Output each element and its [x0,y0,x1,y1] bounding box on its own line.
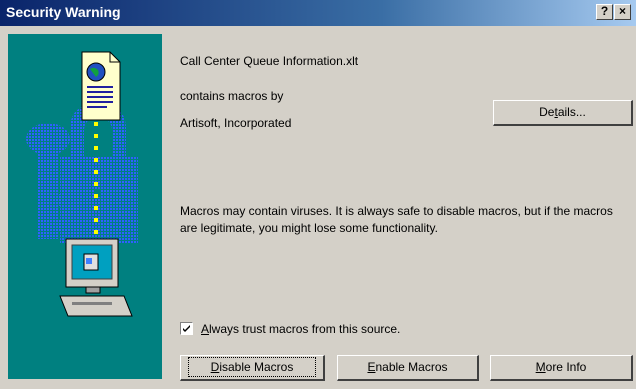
disable-focus-ring: Disable Macros [187,357,317,377]
filename-text: Call Center Queue Information.xlt [180,54,359,68]
always-trust-label-post: lways trust macros from this source. [209,322,401,336]
details-label-pre: De [539,105,555,119]
contains-macros-text: contains macros by [180,89,284,103]
security-illustration [8,34,162,379]
always-trust-label[interactable]: Always trust macros from this source. [201,322,400,336]
computer-icon [59,238,133,317]
always-trust-checkbox[interactable] [180,322,193,335]
disable-macros-button[interactable]: Disable Macros [180,355,325,381]
close-button[interactable]: × [614,4,631,20]
details-label-post: ails... [557,105,586,119]
publisher-text: Artisoft, Incorporated [180,116,292,130]
enable-label-post: nable Macros [375,360,448,374]
padlock-icon [60,104,138,244]
macro-warning-text: Macros may contain viruses. It is always… [180,204,613,235]
document-globe-icon [81,51,121,121]
checkmark-icon [183,325,190,332]
more-info-label-post: ore Info [545,360,587,374]
security-warning-dialog: Security Warning ? × Call Center Queue I… [0,0,636,389]
disable-label-post: isable Macros [219,360,294,374]
more-info-button[interactable]: More Info [490,355,633,381]
window-title: Security Warning [6,4,121,20]
disable-label-accel: D [210,360,220,374]
always-trust-label-accel: A [201,322,210,336]
enable-macros-button[interactable]: Enable Macros [337,355,479,381]
title-bar: Security Warning ? × [0,0,636,26]
details-button[interactable]: Details... [493,100,633,126]
help-button[interactable]: ? [596,4,613,20]
more-info-label-accel: M [535,360,546,374]
